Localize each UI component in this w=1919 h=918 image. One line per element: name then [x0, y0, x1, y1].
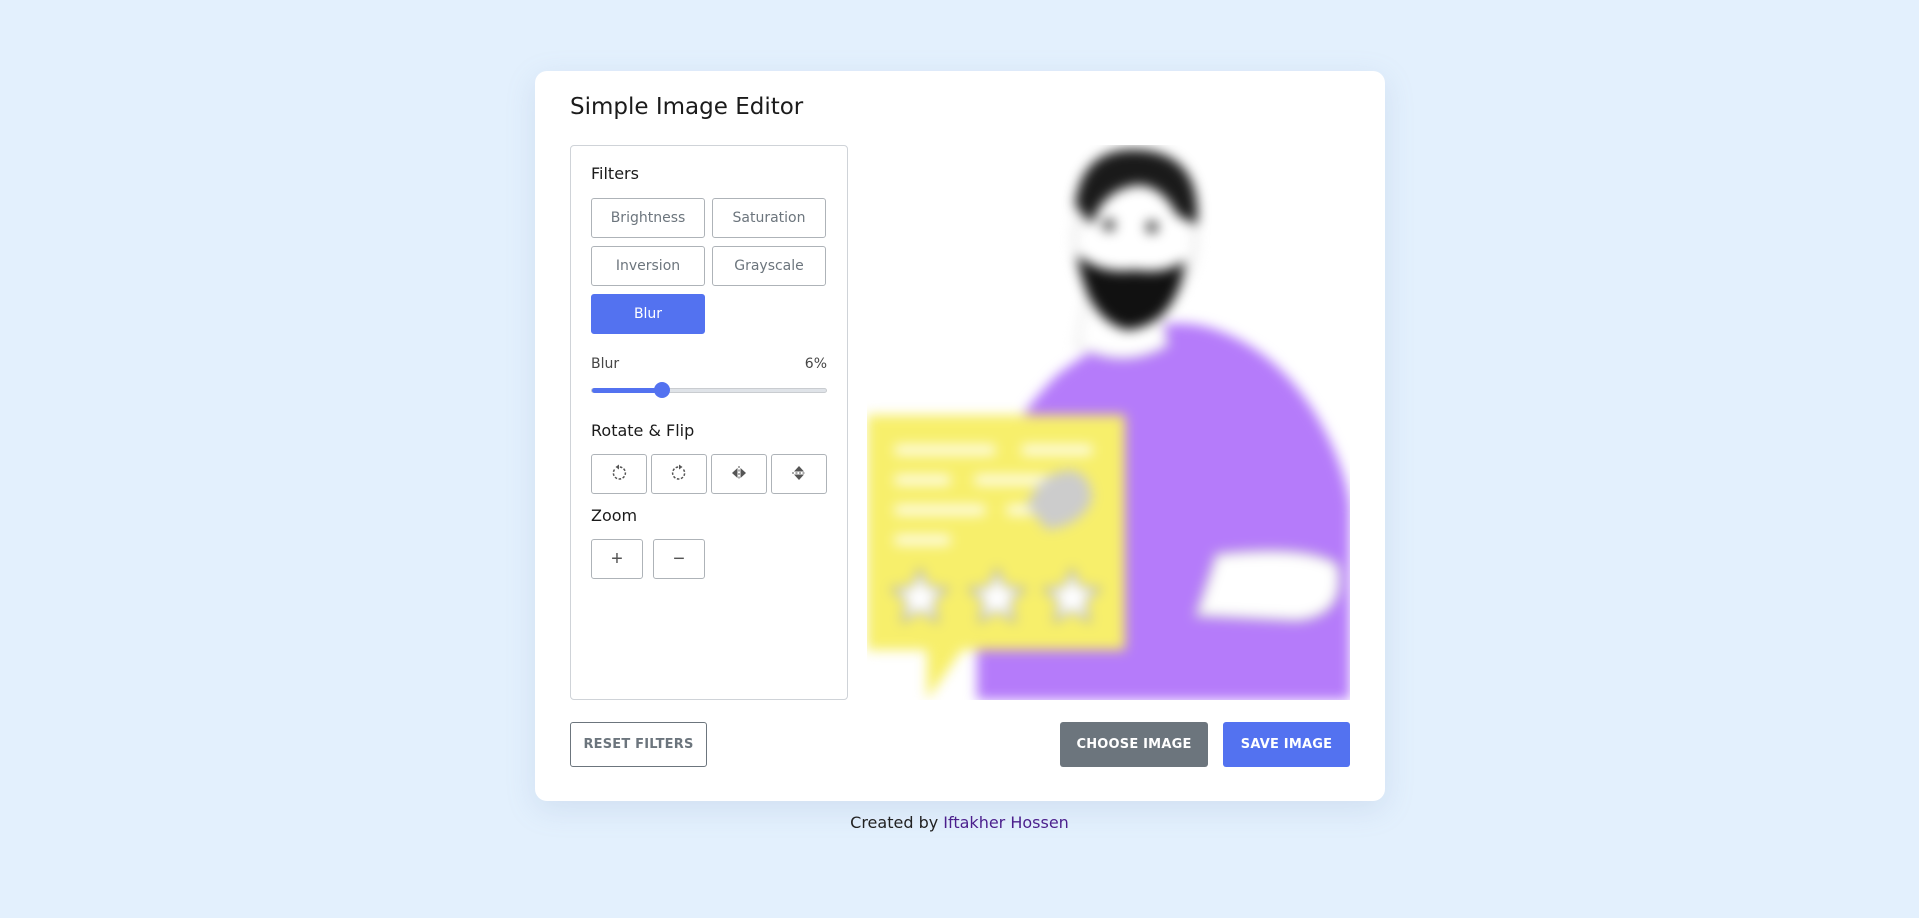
- image-preview: [867, 145, 1350, 700]
- reset-filters-button[interactable]: RESET FILTERS: [570, 722, 707, 767]
- filter-grayscale-button[interactable]: Grayscale: [712, 246, 826, 286]
- rotate-left-icon: [610, 464, 628, 485]
- save-image-button[interactable]: SAVE IMAGE: [1223, 722, 1350, 767]
- flip-horizontal-button[interactable]: [711, 454, 767, 494]
- zoom-in-button[interactable]: +: [591, 539, 643, 579]
- zoom-heading: Zoom: [591, 506, 638, 525]
- footer: Created by Iftakher Hossen: [0, 813, 1919, 832]
- zoom-out-button[interactable]: −: [653, 539, 705, 579]
- slider-fill: [592, 388, 663, 393]
- rotate-flip-heading: Rotate & Flip: [591, 421, 695, 440]
- page-title: Simple Image Editor: [570, 94, 804, 120]
- rotate-left-button[interactable]: [591, 454, 647, 494]
- slider-value: 6%: [804, 356, 827, 372]
- rotate-right-button[interactable]: [651, 454, 707, 494]
- flip-vertical-button[interactable]: [771, 454, 827, 494]
- controls-panel: Filters Brightness Saturation Inversion …: [570, 145, 848, 700]
- filters-heading: Filters: [591, 164, 639, 183]
- editor-card: Simple Image Editor Filters Brightness S…: [535, 71, 1385, 801]
- filter-blur-button[interactable]: Blur: [591, 294, 705, 334]
- filter-slider[interactable]: [591, 382, 827, 398]
- filter-brightness-button[interactable]: Brightness: [591, 198, 705, 238]
- choose-image-button[interactable]: CHOOSE IMAGE: [1060, 722, 1208, 767]
- filter-saturation-button[interactable]: Saturation: [712, 198, 826, 238]
- author-link[interactable]: Iftakher Hossen: [943, 813, 1069, 832]
- flip-vertical-icon: [790, 464, 808, 485]
- footer-prefix: Created by: [850, 813, 944, 832]
- filter-inversion-button[interactable]: Inversion: [591, 246, 705, 286]
- slider-thumb[interactable]: [654, 382, 671, 398]
- rotate-right-icon: [670, 464, 688, 485]
- flip-horizontal-icon: [730, 464, 748, 485]
- preview-illustration: [867, 149, 1350, 700]
- slider-name: Blur: [591, 356, 620, 372]
